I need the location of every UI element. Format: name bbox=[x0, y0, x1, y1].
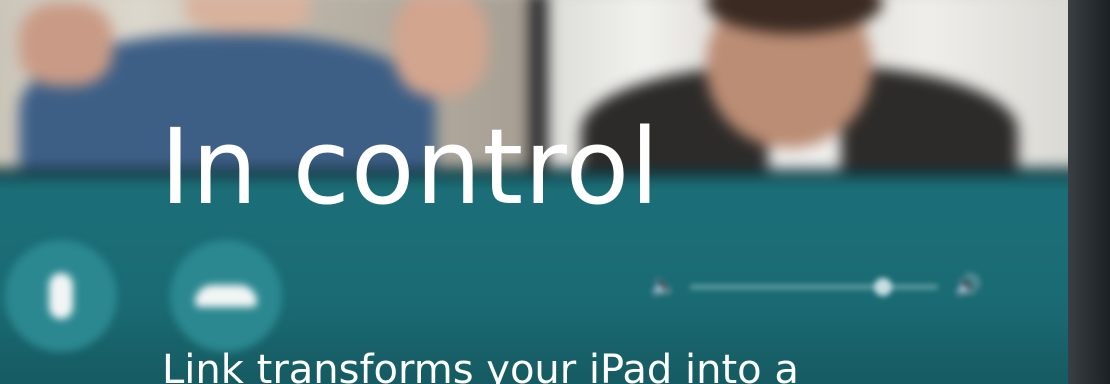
hero-subtext: Link transforms your iPad into a bbox=[162, 347, 799, 384]
volume-slider[interactable]: 🔈 🔊 bbox=[650, 270, 982, 304]
volume-track bbox=[690, 285, 938, 289]
participant-left-hand bbox=[19, 2, 114, 86]
hero-headline: In control bbox=[160, 106, 661, 228]
device-frame-edge bbox=[1068, 0, 1110, 384]
volume-thumb[interactable] bbox=[874, 278, 893, 296]
hang-up-button[interactable] bbox=[170, 240, 282, 352]
mute-button[interactable] bbox=[5, 240, 117, 352]
volume-high-icon: 🔊 bbox=[954, 274, 982, 299]
microphone-icon bbox=[49, 273, 73, 319]
hang-up-phone-icon bbox=[195, 285, 257, 307]
volume-low-icon: 🔈 bbox=[650, 274, 678, 299]
hero-banner: 🔈 🔊 In control Link transforms your iPad… bbox=[0, 0, 1110, 384]
participant-left-hand bbox=[393, 0, 488, 97]
